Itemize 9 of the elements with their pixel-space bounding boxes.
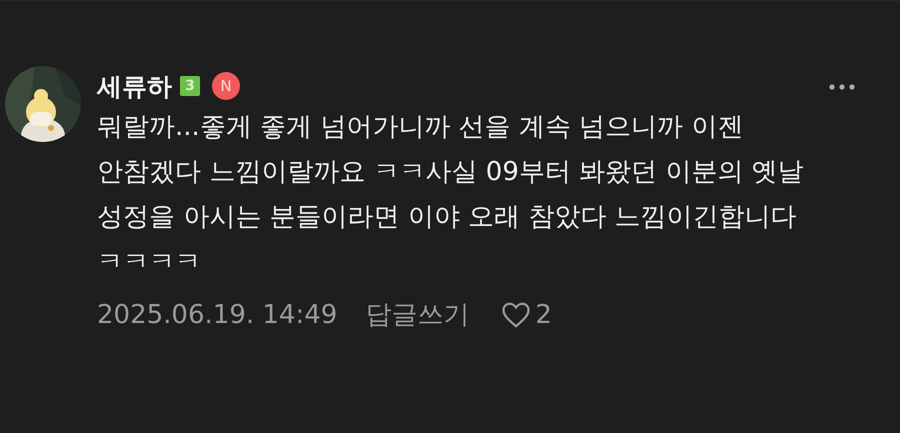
level-badge: 3 (180, 76, 200, 96)
author-name[interactable]: 세류하 (97, 70, 172, 102)
like-button[interactable]: 2 (501, 300, 552, 330)
more-options-icon[interactable] (829, 84, 855, 90)
reply-link[interactable]: 답글쓰기 (365, 297, 470, 332)
comment-text: 뭐랄까...좋게 좋게 넘어가니까 선을 계속 넘으니까 이젠 안참겠다 느낌이랄까요 ㅋㅋ사실 09부터 봐왔던 이분의 옛날 성정을 아시는 분들이라면 이야 오래 참았다 느낌이긴합니다 ㅋㅋㅋㅋ (97, 111, 805, 279)
comment-date: 2025.06.19. 14:49 (97, 300, 338, 330)
new-badge: N (212, 72, 240, 100)
heart-icon (501, 300, 532, 328)
